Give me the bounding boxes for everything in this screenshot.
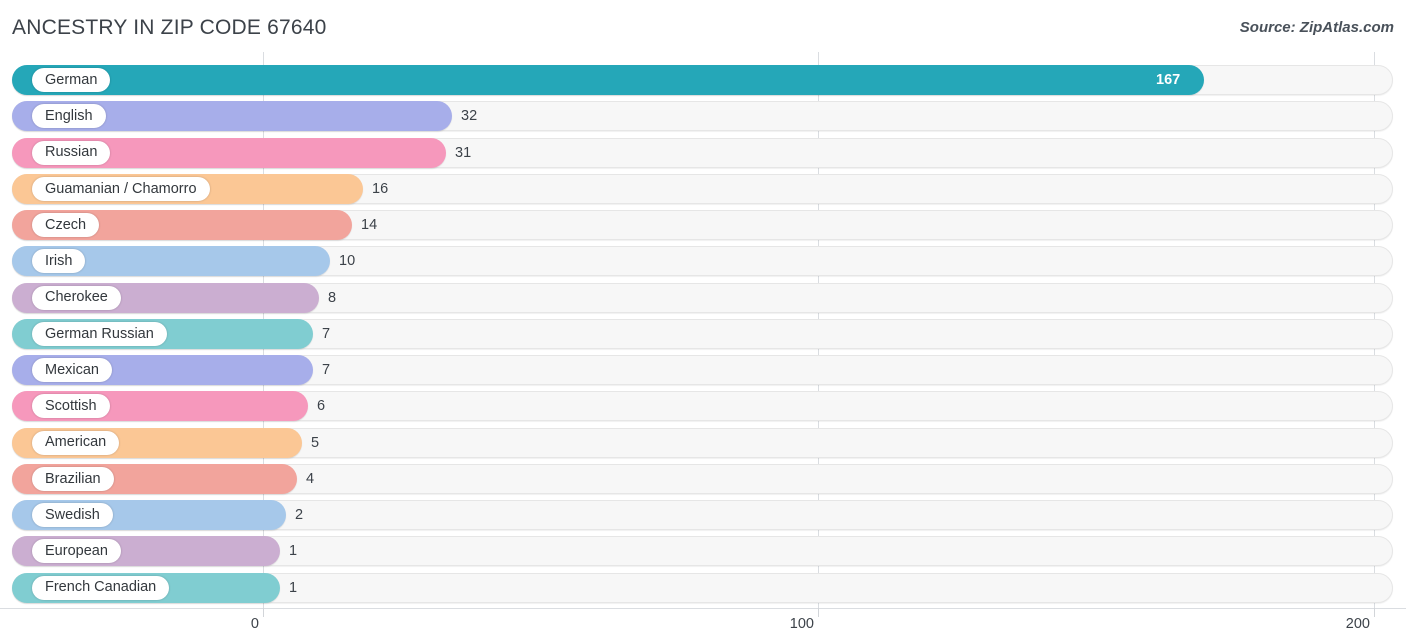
bar-label-pill: Russian xyxy=(32,140,111,165)
bar-value-label: 8 xyxy=(328,289,337,306)
bar-category-label: English xyxy=(45,108,93,124)
bar-row[interactable]: Russian 31 xyxy=(12,137,1393,168)
bar-label-pill: German xyxy=(32,68,111,92)
axis-tick-label-100: 100 xyxy=(789,616,814,632)
bar-row[interactable]: Guamanian / Chamorro 16 xyxy=(12,173,1393,204)
bar-row[interactable]: English 32 xyxy=(12,101,1393,132)
bar-category-label: Brazilian xyxy=(45,470,101,487)
bar-category-label: European xyxy=(45,543,108,559)
bar-value-label: 7 xyxy=(322,362,331,378)
bar-row[interactable]: Irish 10 xyxy=(12,246,1393,277)
bar-category-label: Cherokee xyxy=(45,289,108,306)
bar-label-pill: American xyxy=(32,430,120,455)
bar-value-label: 32 xyxy=(461,108,478,125)
bar-value-label: 14 xyxy=(361,217,378,233)
bar-row[interactable]: Czech 14 xyxy=(12,210,1393,240)
bar-row[interactable]: Brazilian 4 xyxy=(12,463,1393,494)
bar-category-label: German xyxy=(45,71,98,88)
bar-category-label: Mexican xyxy=(45,361,99,378)
bar-label-pill: European xyxy=(32,539,121,564)
bar-category-label: American xyxy=(45,434,107,451)
bar-label-pill: French Canadian xyxy=(32,575,170,600)
bar-label-pill: Guamanian / Chamorro xyxy=(32,176,210,201)
bar-label-pill: English xyxy=(32,104,106,129)
bar-value-label: 1 xyxy=(289,579,298,596)
bar-label-pill: Brazilian xyxy=(32,466,114,491)
bar-row[interactable]: German 167 xyxy=(12,65,1393,95)
x-axis: 0 100 200 xyxy=(0,608,1406,644)
bar-category-label: Russian xyxy=(45,144,98,161)
x-axis-line xyxy=(0,608,1406,609)
axis-tick-label-0: 0 xyxy=(250,616,259,632)
bar-row[interactable]: German Russian 7 xyxy=(12,318,1393,349)
bar-category-label: French Canadian xyxy=(45,579,157,596)
bar-value-label: 4 xyxy=(306,470,315,487)
bar-value-label: 10 xyxy=(339,253,356,270)
bar-row[interactable]: Mexican 7 xyxy=(12,355,1393,385)
bar-row[interactable]: Cherokee 8 xyxy=(12,282,1393,313)
bar-value-label: 167 xyxy=(1156,72,1181,88)
axis-tick-200 xyxy=(1374,608,1375,617)
bar-value-label: 16 xyxy=(372,180,389,197)
bar-category-label: Irish xyxy=(45,253,73,269)
axis-tick-100 xyxy=(818,608,819,617)
bar-category-label: Swedish xyxy=(45,506,100,523)
bar-category-label: Czech xyxy=(45,216,87,233)
bar-row[interactable]: Swedish 2 xyxy=(12,500,1393,530)
page-title: ANCESTRY IN ZIP CODE 67640 xyxy=(12,16,327,39)
ancestry-bar-chart: ANCESTRY IN ZIP CODE 67640 Source: ZipAt… xyxy=(0,0,1406,644)
bar-label-pill: German Russian xyxy=(32,321,167,346)
bar-label-pill: Irish xyxy=(32,249,86,274)
bar-category-label: Guamanian / Chamorro xyxy=(45,180,197,197)
bar-row[interactable]: American 5 xyxy=(12,427,1393,458)
bar-category-label: German Russian xyxy=(45,325,154,342)
bar-label-pill: Mexican xyxy=(32,358,112,382)
bar-value-label: 5 xyxy=(311,434,320,451)
bar-label-pill: Cherokee xyxy=(32,285,121,310)
bar-value-label: 2 xyxy=(295,507,304,523)
bar-rows: German 167 English 32 Russian 31 Guamanian / C… xyxy=(0,52,1406,608)
bar-fill xyxy=(12,65,1204,95)
bar-label-pill: Czech xyxy=(32,213,100,237)
bar-row[interactable]: French Canadian 1 xyxy=(12,572,1393,603)
bar-category-label: Scottish xyxy=(45,398,97,414)
bar-row[interactable]: European 1 xyxy=(12,536,1393,567)
bar-label-pill: Scottish xyxy=(32,394,110,419)
source-attribution: Source: ZipAtlas.com xyxy=(1239,19,1394,36)
plot-area: German 167 English 32 Russian 31 Guamanian / C… xyxy=(0,52,1406,608)
axis-tick-0 xyxy=(263,608,264,617)
bar-row[interactable]: Scottish 6 xyxy=(12,391,1393,422)
bar-value-label: 1 xyxy=(289,543,298,560)
bar-label-pill: Swedish xyxy=(32,503,113,527)
bar-value-label: 31 xyxy=(455,144,472,161)
axis-tick-label-200: 200 xyxy=(1345,616,1370,632)
bar-value-label: 7 xyxy=(322,325,331,342)
bar-value-label: 6 xyxy=(317,398,326,415)
